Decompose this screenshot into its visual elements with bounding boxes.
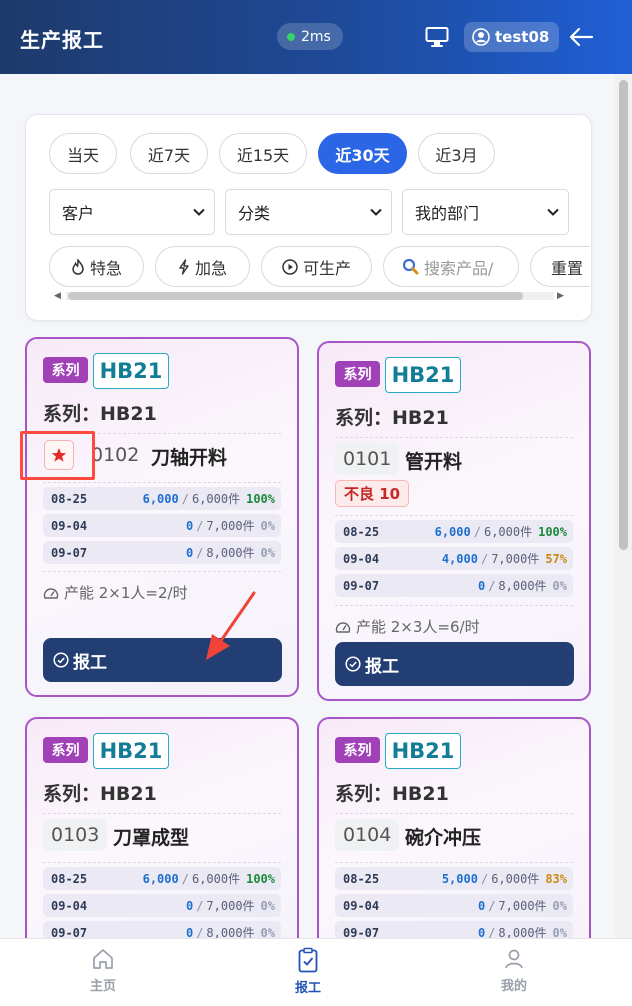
reset-label: 重置 <box>551 258 584 278</box>
schedule-list: 08-25 6,000/6,000件 100% 09-04 0/7,000件 0% … <box>43 867 281 948</box>
series-label: 系列：HB21 <box>43 783 157 805</box>
scroll-thumb[interactable] <box>619 80 628 550</box>
schedule-list: 08-25 6,000/6,000件 100% 09-04 0/7,000件 0% … <box>43 487 281 568</box>
report-button[interactable]: 报工 <box>335 642 574 686</box>
user-chip[interactable]: test08 <box>464 22 560 52</box>
check-circle-icon <box>345 656 361 672</box>
schedule-list: 08-25 5,000/6,000件 83% 09-04 0/7,000件 0% 0… <box>335 867 573 948</box>
defect-badge: 不良 10 <box>335 480 410 507</box>
latency-value: 2ms <box>301 28 331 45</box>
range-7days-button[interactable]: 近7天 <box>130 133 208 174</box>
schedule-row: 09-04 4,000/7,000件 57% <box>335 547 573 570</box>
series-badge: 系列 <box>335 361 380 387</box>
customer-select[interactable]: 客户 <box>49 189 215 235</box>
product-code-badge: HB21 <box>385 733 461 769</box>
process-name: 刀轴开料 <box>151 447 228 469</box>
nav-home[interactable]: 主页 <box>73 947 133 994</box>
status-dot-icon <box>287 32 295 41</box>
reset-chip[interactable]: 重置 <box>530 246 590 287</box>
customer-select-value: 客户 <box>62 204 95 223</box>
series-label: 系列：HB21 <box>335 783 449 805</box>
chevron-down-icon <box>547 208 559 216</box>
special-urgent-label: 特急 <box>89 258 122 278</box>
search-icon <box>402 258 419 275</box>
highlight-box <box>20 431 95 480</box>
schedule-row: 09-04 0/7,000件 0% <box>335 894 573 917</box>
product-search-input[interactable]: 搜索产品/ <box>383 246 519 287</box>
nav-report[interactable]: 报工 <box>278 947 338 996</box>
annotation-arrow-icon <box>206 591 256 660</box>
process-card[interactable]: 系列 HB21 系列：HB21 0101 管开料 不良 10 08-25 6,0… <box>317 341 591 701</box>
nav-mine[interactable]: 我的 <box>484 947 544 994</box>
process-card[interactable]: 系列 HB21 系列：HB21 0103 刀罩成型 08-25 6,000/6,… <box>25 717 299 957</box>
special-urgent-chip[interactable]: 特急 <box>49 246 144 287</box>
clipboard-check-icon <box>298 947 318 973</box>
back-arrow-icon[interactable] <box>568 26 594 48</box>
process-code: 0101 <box>335 443 400 475</box>
search-placeholder: 搜索产品/ <box>424 258 494 278</box>
schedule-row: 08-25 6,000/6,000件 100% <box>335 520 573 543</box>
schedule-row: 09-04 0/7,000件 0% <box>43 894 281 917</box>
schedule-row: 09-07 0/8,000件 0% <box>335 574 573 597</box>
user-icon <box>472 28 490 46</box>
urgent-chip[interactable]: 加急 <box>155 246 250 287</box>
product-code-badge: HB21 <box>93 733 169 769</box>
urgent-label: 加急 <box>194 258 227 278</box>
department-select[interactable]: 我的部门 <box>402 189 569 235</box>
play-circle-icon <box>282 258 298 275</box>
scroll-left-icon[interactable]: ◀ <box>54 291 61 301</box>
process-card[interactable]: 系列 HB21 系列：HB21 0104 碗介冲压 08-25 5,000/6,… <box>317 717 591 957</box>
range-3months-button[interactable]: 近3月 <box>418 133 495 174</box>
series-label: 系列：HB21 <box>335 407 449 429</box>
department-select-value: 我的部门 <box>415 204 480 223</box>
process-name: 碗介冲压 <box>405 827 482 849</box>
category-select-value: 分类 <box>238 204 271 223</box>
series-badge: 系列 <box>43 737 88 763</box>
schedule-row: 08-25 6,000/6,000件 100% <box>43 867 281 890</box>
category-select[interactable]: 分类 <box>225 189 392 235</box>
producible-label: 可生产 <box>302 258 351 278</box>
check-circle-icon <box>53 652 69 668</box>
monitor-icon[interactable] <box>425 26 449 48</box>
product-code-badge: HB21 <box>93 353 169 389</box>
process-name: 管开料 <box>405 451 463 473</box>
username: test08 <box>495 28 550 46</box>
gauge-icon <box>335 621 351 633</box>
process-code: 0104 <box>335 819 400 851</box>
schedule-row: 09-07 0/8,000件 0% <box>43 541 281 564</box>
schedule-row: 08-25 5,000/6,000件 83% <box>335 867 573 890</box>
capacity-info: 产能 2×1人=2/时 <box>43 582 188 603</box>
schedule-row: 09-04 0/7,000件 0% <box>43 514 281 537</box>
range-15days-button[interactable]: 近15天 <box>219 133 307 174</box>
range-today-button[interactable]: 当天 <box>49 133 117 174</box>
latency-indicator: 2ms <box>277 23 343 50</box>
scroll-thumb[interactable] <box>68 292 523 300</box>
vertical-scrollbar[interactable] <box>615 74 632 938</box>
product-code-badge: HB21 <box>385 357 461 393</box>
chevron-down-icon <box>370 208 382 216</box>
capacity-info: 产能 2×3人=6/时 <box>335 616 480 637</box>
horizontal-scrollbar[interactable]: ◀ ▶ <box>54 290 568 301</box>
bottom-nav: 主页 报工 我的 <box>0 938 632 1006</box>
process-name: 刀罩成型 <box>113 827 190 849</box>
gauge-icon <box>43 587 59 599</box>
chevron-down-icon <box>193 208 205 216</box>
app-header: 生产报工 2ms test08 <box>0 0 632 74</box>
series-label: 系列：HB21 <box>43 403 157 425</box>
filter-panel: 当天 近7天 近15天 近30天 近3月 客户 分类 我的部门 特急 加急 可生… <box>25 114 592 321</box>
producible-chip[interactable]: 可生产 <box>261 246 372 287</box>
series-badge: 系列 <box>43 357 88 383</box>
schedule-row: 08-25 6,000/6,000件 100% <box>43 487 281 510</box>
scroll-right-icon[interactable]: ▶ <box>557 291 564 301</box>
page-title: 生产报工 <box>20 28 104 52</box>
user-icon <box>505 949 523 969</box>
fire-icon <box>72 258 84 275</box>
range-30days-button[interactable]: 近30天 <box>318 133 407 174</box>
process-code: 0103 <box>43 819 108 851</box>
home-icon <box>93 949 113 969</box>
schedule-list: 08-25 6,000/6,000件 100% 09-04 4,000/7,000… <box>335 520 573 601</box>
series-badge: 系列 <box>335 737 380 763</box>
lightning-icon <box>179 258 189 275</box>
